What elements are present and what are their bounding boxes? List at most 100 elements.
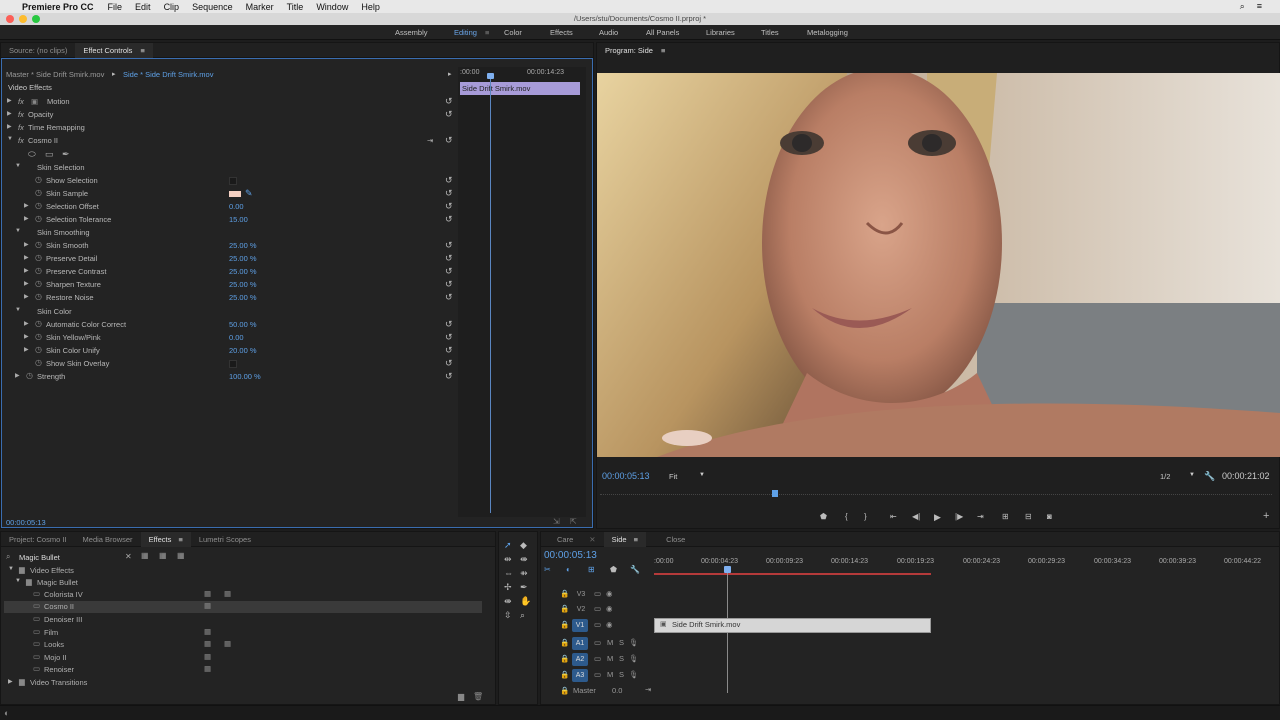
lock-icon[interactable]: 🔒 (560, 620, 569, 629)
stopwatch-icon[interactable]: ◷ (26, 371, 33, 380)
selection-tool-icon[interactable]: ➚ (504, 540, 512, 551)
reset-icon[interactable]: ↺ (445, 332, 453, 343)
reset-icon[interactable]: ↺ (445, 253, 453, 264)
expand-icon[interactable]: ▶ (24, 202, 29, 209)
strength-value[interactable]: 100.00 % (229, 372, 261, 381)
type-tool-icon[interactable]: ⇳ (504, 610, 512, 621)
collapse-icon[interactable]: ▼ (15, 307, 21, 313)
tab-sequence-side[interactable]: Side ≡ (603, 531, 647, 547)
play-icon[interactable]: ▶ (934, 512, 941, 523)
fx-icon[interactable]: fx (18, 110, 24, 119)
search-icon[interactable]: ⌕ (1240, 1, 1245, 12)
master-volume[interactable]: 0.0 (612, 686, 622, 695)
master-clip-label[interactable]: Master * Side Drift Smirk.mov (6, 70, 104, 79)
add-marker-icon[interactable]: ⬟ (820, 512, 827, 521)
rolling-edit-tool-icon[interactable]: ⇼ (520, 554, 528, 565)
skin-yellow-value[interactable]: 0.00 (229, 333, 244, 342)
tab-source[interactable]: Source: (no clips) (1, 43, 75, 58)
ellipse-mask-icon[interactable]: ⬭ (28, 149, 36, 160)
tab-program[interactable]: Program: Side ≡ (597, 43, 673, 58)
32bit-effects-icon[interactable]: ▦ (159, 551, 167, 560)
expand-icon[interactable]: ▶ (24, 254, 29, 261)
yuv-effects-icon[interactable]: ▦ (177, 551, 185, 560)
menu-sequence[interactable]: Sequence (192, 2, 233, 12)
program-video-frame[interactable] (597, 73, 1280, 457)
expand-icon[interactable]: ▶ (7, 110, 12, 117)
sharpen-texture-value[interactable]: 25.00 % (229, 280, 257, 289)
tab-effects[interactable]: Effects ≡ (140, 531, 191, 547)
panel-menu-icon[interactable]: ≡ (141, 46, 145, 55)
expand-icon[interactable]: ▶ (7, 97, 12, 104)
go-to-end-icon[interactable]: ⇥ (645, 685, 651, 694)
collapse-icon[interactable]: ▼ (15, 578, 21, 584)
sync-lock-icon[interactable]: ▭ (594, 604, 601, 613)
group-skin-smoothing[interactable]: ▼ Skin Smoothing (0, 226, 458, 239)
expand-icon[interactable]: ▶ (15, 372, 20, 379)
reset-icon[interactable]: ↺ (445, 175, 453, 186)
menu-window[interactable]: Window (316, 2, 348, 12)
sync-lock-icon[interactable]: ▭ (594, 670, 601, 679)
ec-playhead-handle[interactable] (487, 73, 494, 79)
track-target-v2[interactable]: V2 (573, 603, 589, 616)
expand-icon[interactable]: ▶ (24, 333, 29, 340)
collapse-icon[interactable]: ▼ (15, 163, 21, 169)
lock-icon[interactable]: 🔒 (560, 670, 569, 679)
ec-clip-bar[interactable]: Side Drift Smirk.mov (460, 82, 580, 95)
workspace-libraries[interactable]: Libraries (706, 28, 735, 37)
mark-out-icon[interactable]: } (864, 512, 867, 521)
selection-offset-value[interactable]: 0.00 (229, 202, 244, 211)
stopwatch-icon[interactable]: ◷ (35, 358, 42, 367)
stopwatch-icon[interactable]: ◷ (35, 279, 42, 288)
step-forward-icon[interactable]: |▶ (955, 512, 963, 521)
resolution-dropdown[interactable]: 1/2 ▼ (1157, 470, 1197, 482)
stopwatch-icon[interactable]: ◷ (35, 332, 42, 341)
expand-icon[interactable]: ▶ (24, 267, 29, 274)
pen-mask-icon[interactable]: ✒ (62, 149, 70, 160)
workspace-assembly[interactable]: Assembly (395, 28, 428, 37)
workspace-editing[interactable]: Editing (454, 28, 477, 37)
reset-icon[interactable]: ↺ (445, 345, 453, 356)
mute-button[interactable]: M (607, 638, 613, 647)
solo-button[interactable]: S (619, 638, 624, 647)
skin-sample-swatch[interactable] (229, 191, 241, 197)
reset-icon[interactable]: ↺ (445, 135, 453, 146)
skin-smooth-value[interactable]: 25.00 % (229, 241, 257, 250)
collapse-icon[interactable]: ▼ (8, 566, 14, 572)
expand-icon[interactable]: ▶ (24, 320, 29, 327)
search-input[interactable]: Magic Bullet (19, 553, 60, 562)
menu-marker[interactable]: Marker (246, 2, 274, 12)
button-editor-icon[interactable]: + (1263, 510, 1269, 522)
expand-timeline-icon[interactable]: ▸ (448, 70, 452, 78)
reset-icon[interactable]: ↺ (445, 319, 453, 330)
stopwatch-icon[interactable]: ◷ (35, 319, 42, 328)
menu-edit[interactable]: Edit (135, 2, 151, 12)
ec-playhead[interactable] (490, 73, 491, 513)
effect-motion[interactable]: ▶ fx ▣ Motion ↺ (0, 95, 458, 108)
tree-cosmo[interactable]: ▭ Cosmo II ▦ (4, 601, 482, 613)
collapse-icon[interactable]: ▼ (15, 228, 21, 234)
active-clip-label[interactable]: Side * Side Drift Smirk.mov (123, 70, 213, 79)
stopwatch-icon[interactable]: ◷ (35, 292, 42, 301)
new-bin-icon[interactable]: ▆ (458, 692, 464, 701)
expand-icon[interactable]: ▶ (24, 293, 29, 300)
expand-icon[interactable]: ▶ (24, 346, 29, 353)
sync-lock-icon[interactable]: ▭ (594, 654, 601, 663)
extract-icon[interactable]: ⊟ (1025, 512, 1032, 521)
zoom-tool-icon[interactable]: ⌕ (520, 610, 525, 621)
tab-effect-controls[interactable]: Effect Controls ≡ (75, 42, 153, 58)
lock-icon[interactable]: 🔒 (560, 638, 569, 647)
minimize-window-button[interactable] (19, 15, 27, 23)
zoom-window-button[interactable] (32, 15, 40, 23)
stopwatch-icon[interactable]: ◷ (35, 214, 42, 223)
panel-menu-icon[interactable]: ≡ (661, 46, 665, 55)
clip-v1[interactable]: ▣ Side Drift Smirk.mov (654, 618, 931, 633)
reset-icon[interactable]: ↺ (445, 109, 453, 120)
timeline-timecode[interactable]: 00:00:05:13 (544, 550, 597, 561)
tab-lumetri-scopes[interactable]: Lumetri Scopes (191, 532, 259, 547)
mute-button[interactable]: M (607, 670, 613, 679)
reset-icon[interactable]: ↺ (445, 96, 453, 107)
show-selection-checkbox[interactable] (229, 177, 237, 185)
go-to-out-icon[interactable]: ⇥ (977, 512, 984, 521)
fit-dropdown[interactable]: Fit ▼ (665, 470, 707, 482)
eye-icon[interactable]: ◉ (606, 589, 613, 598)
